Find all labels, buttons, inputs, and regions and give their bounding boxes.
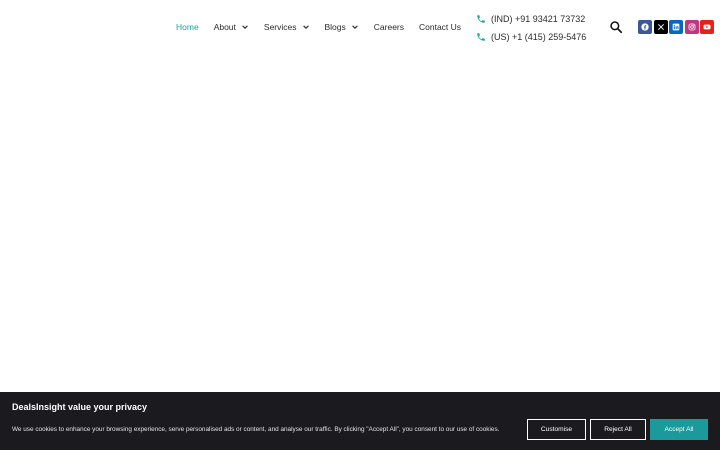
- cookie-banner: DealsInsight value your privacy We use c…: [0, 392, 720, 450]
- nav-item-label: Home: [176, 22, 199, 32]
- nav-item-services[interactable]: Services: [264, 22, 310, 32]
- nav-item-home[interactable]: Home: [176, 22, 199, 32]
- nav-item-careers[interactable]: Careers: [374, 22, 404, 32]
- linkedin-icon[interactable]: [669, 20, 683, 34]
- search-icon[interactable]: [609, 20, 623, 34]
- chevron-down-icon: [302, 25, 309, 30]
- cookie-banner-title: DealsInsight value your privacy: [12, 402, 148, 412]
- phone-india[interactable]: (IND) +91 93421 73732: [476, 10, 586, 28]
- main-nav: Home About Services Blogs Careers Contac…: [176, 18, 476, 36]
- nav-item-blogs[interactable]: Blogs: [325, 22, 359, 32]
- nav-item-label: About: [213, 22, 236, 32]
- nav-item-label: Contact Us: [419, 22, 462, 32]
- nav-item-contact-us[interactable]: Contact Us: [419, 22, 461, 32]
- nav-item-label: Careers: [373, 22, 404, 32]
- nav-item-about[interactable]: About: [214, 22, 249, 32]
- social-links: [638, 20, 716, 34]
- chevron-down-icon: [351, 25, 358, 30]
- accept-all-button[interactable]: Accept All: [650, 419, 708, 440]
- phone-number: (US) +1 (415) 259-5476: [491, 32, 587, 42]
- phone-us[interactable]: (US) +1 (415) 259-5476: [476, 28, 586, 46]
- chevron-down-icon: [242, 25, 248, 30]
- instagram-icon[interactable]: [684, 20, 699, 34]
- phone-icon: [477, 15, 485, 23]
- customise-button[interactable]: Customise: [527, 419, 586, 440]
- facebook-icon[interactable]: [638, 20, 652, 34]
- site-header: Home About Services Blogs Careers Contac…: [0, 0, 720, 55]
- cookie-banner-text: We use cookies to enhance your browsing …: [12, 426, 500, 433]
- nav-item-label: Services: [263, 22, 297, 32]
- x-icon[interactable]: [653, 20, 668, 34]
- phone-icon: [477, 33, 485, 41]
- youtube-icon[interactable]: [700, 20, 714, 34]
- phone-number: (IND) +91 93421 73732: [491, 14, 586, 24]
- contact-phones: (IND) +91 93421 73732 (US) +1 (415) 259-…: [476, 10, 586, 46]
- nav-item-label: Blogs: [324, 22, 346, 32]
- reject-all-button[interactable]: Reject All: [590, 419, 646, 440]
